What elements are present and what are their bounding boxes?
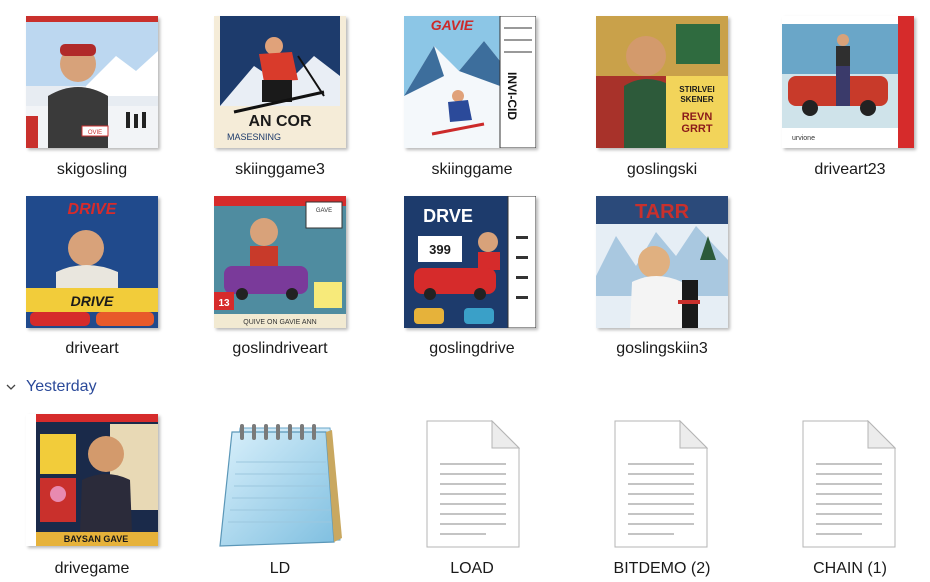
file-item-bitdemo-2[interactable]: BITDEMO (2) bbox=[582, 400, 742, 582]
goslindriveart-bottom-text: QUIVE ON GAVIE ANN bbox=[243, 319, 316, 326]
file-item-ld[interactable]: LD bbox=[200, 400, 360, 582]
file-name: LOAD bbox=[450, 560, 494, 577]
file-name: goslingdrive bbox=[429, 340, 515, 357]
drivegame-caption: BAYSAN GAVE bbox=[64, 534, 129, 544]
goslindriveart-top-text: GAVE bbox=[316, 208, 332, 214]
file-item-goslingski[interactable]: STIRLVEI SKENER REVN GRRT goslingski bbox=[582, 0, 742, 185]
file-item-skiinggame3[interactable]: AN COR MASESNING skiinggame3 bbox=[200, 0, 360, 185]
text-file-icon[interactable] bbox=[426, 420, 520, 548]
goslingski-text-3: REVN bbox=[682, 111, 713, 123]
driveart-thumbnail[interactable]: DRIVE DRIVE bbox=[26, 196, 158, 328]
text-file-icon[interactable] bbox=[614, 420, 708, 548]
file-name: drivegame bbox=[54, 560, 130, 577]
file-name: goslingski bbox=[626, 161, 698, 178]
file-name: skigosling bbox=[56, 161, 128, 178]
driveart23-thumbnail[interactable]: urvione bbox=[782, 16, 914, 148]
goslingski-thumbnail[interactable]: STIRLVEI SKENER REVN GRRT bbox=[596, 16, 728, 148]
goslingski-text-1: STIRLVEI bbox=[679, 85, 714, 94]
goslingskiin3-thumbnail[interactable]: TARR bbox=[596, 196, 728, 328]
chevron-down-icon[interactable] bbox=[4, 380, 18, 394]
file-name: driveart23 bbox=[814, 161, 886, 178]
skiinggame-side-text: INVI-CID bbox=[505, 72, 519, 120]
file-item-load[interactable]: LOAD bbox=[392, 400, 552, 582]
skiinggame3-subtitle: MASESNING bbox=[227, 132, 281, 142]
file-name: LD bbox=[269, 560, 291, 577]
file-name: skiinggame bbox=[431, 161, 513, 178]
file-name: BITDEMO (2) bbox=[613, 560, 711, 577]
file-item-driveart23[interactable]: urvione driveart23 bbox=[770, 0, 930, 185]
text-file-icon[interactable] bbox=[802, 420, 896, 548]
file-name: driveart bbox=[65, 340, 119, 357]
file-item-goslingskiin3[interactable]: TARR goslingskiin3 bbox=[582, 180, 742, 365]
goslingdrive-number: 399 bbox=[429, 242, 451, 257]
driveart-title: DRIVE bbox=[68, 201, 118, 218]
goslingski-text-2: SKENER bbox=[680, 95, 714, 104]
file-item-skiinggame[interactable]: GAVIE INVI-CID skiinggame bbox=[392, 0, 552, 185]
file-item-driveart[interactable]: DRIVE DRIVE driveart bbox=[12, 180, 172, 365]
goslingdrive-title: DRVE bbox=[423, 206, 473, 226]
file-item-goslindriveart[interactable]: GAVE 13 QUIVE ON GAVIE ANN goslindrivear… bbox=[200, 180, 360, 365]
goslindriveart-number: 13 bbox=[218, 298, 230, 309]
goslindriveart-thumbnail[interactable]: GAVE 13 QUIVE ON GAVIE ANN bbox=[214, 196, 346, 328]
goslingskiin3-title: TARR bbox=[635, 201, 690, 223]
skiinggame3-thumbnail[interactable]: AN COR MASESNING bbox=[214, 16, 346, 148]
file-name: skiinggame3 bbox=[235, 161, 325, 178]
goslingski-text-4: GRRT bbox=[681, 123, 712, 135]
file-name: goslingskiin3 bbox=[616, 340, 708, 357]
goslingdrive-thumbnail[interactable]: DRVE 399 bbox=[404, 196, 536, 328]
file-name: goslindriveart bbox=[232, 340, 328, 357]
skiinggame-title: GAVIE bbox=[431, 17, 474, 33]
file-name: CHAIN (1) bbox=[813, 560, 887, 577]
file-item-drivegame[interactable]: BAYSAN GAVE drivegame bbox=[12, 400, 172, 582]
file-item-skigosling[interactable]: OVIE skigosling bbox=[12, 0, 172, 185]
group-header-yesterday[interactable]: Yesterday bbox=[4, 376, 97, 398]
driveart23-caption: urvione bbox=[792, 135, 815, 142]
skiinggame3-title: AN COR bbox=[248, 113, 312, 130]
driveart-bottom-title: DRIVE bbox=[71, 293, 114, 309]
file-item-chain-1[interactable]: CHAIN (1) bbox=[770, 400, 930, 582]
notepad-icon[interactable] bbox=[210, 422, 350, 550]
file-item-goslingdrive[interactable]: DRVE 399 goslingdrive bbox=[392, 180, 552, 365]
skigosling-logo-text: OVIE bbox=[88, 130, 102, 136]
skigosling-thumbnail[interactable]: OVIE bbox=[26, 16, 158, 148]
skiinggame-thumbnail[interactable]: GAVIE INVI-CID bbox=[404, 16, 536, 148]
drivegame-thumbnail[interactable]: BAYSAN GAVE bbox=[26, 414, 158, 546]
group-header-label: Yesterday bbox=[26, 378, 97, 395]
